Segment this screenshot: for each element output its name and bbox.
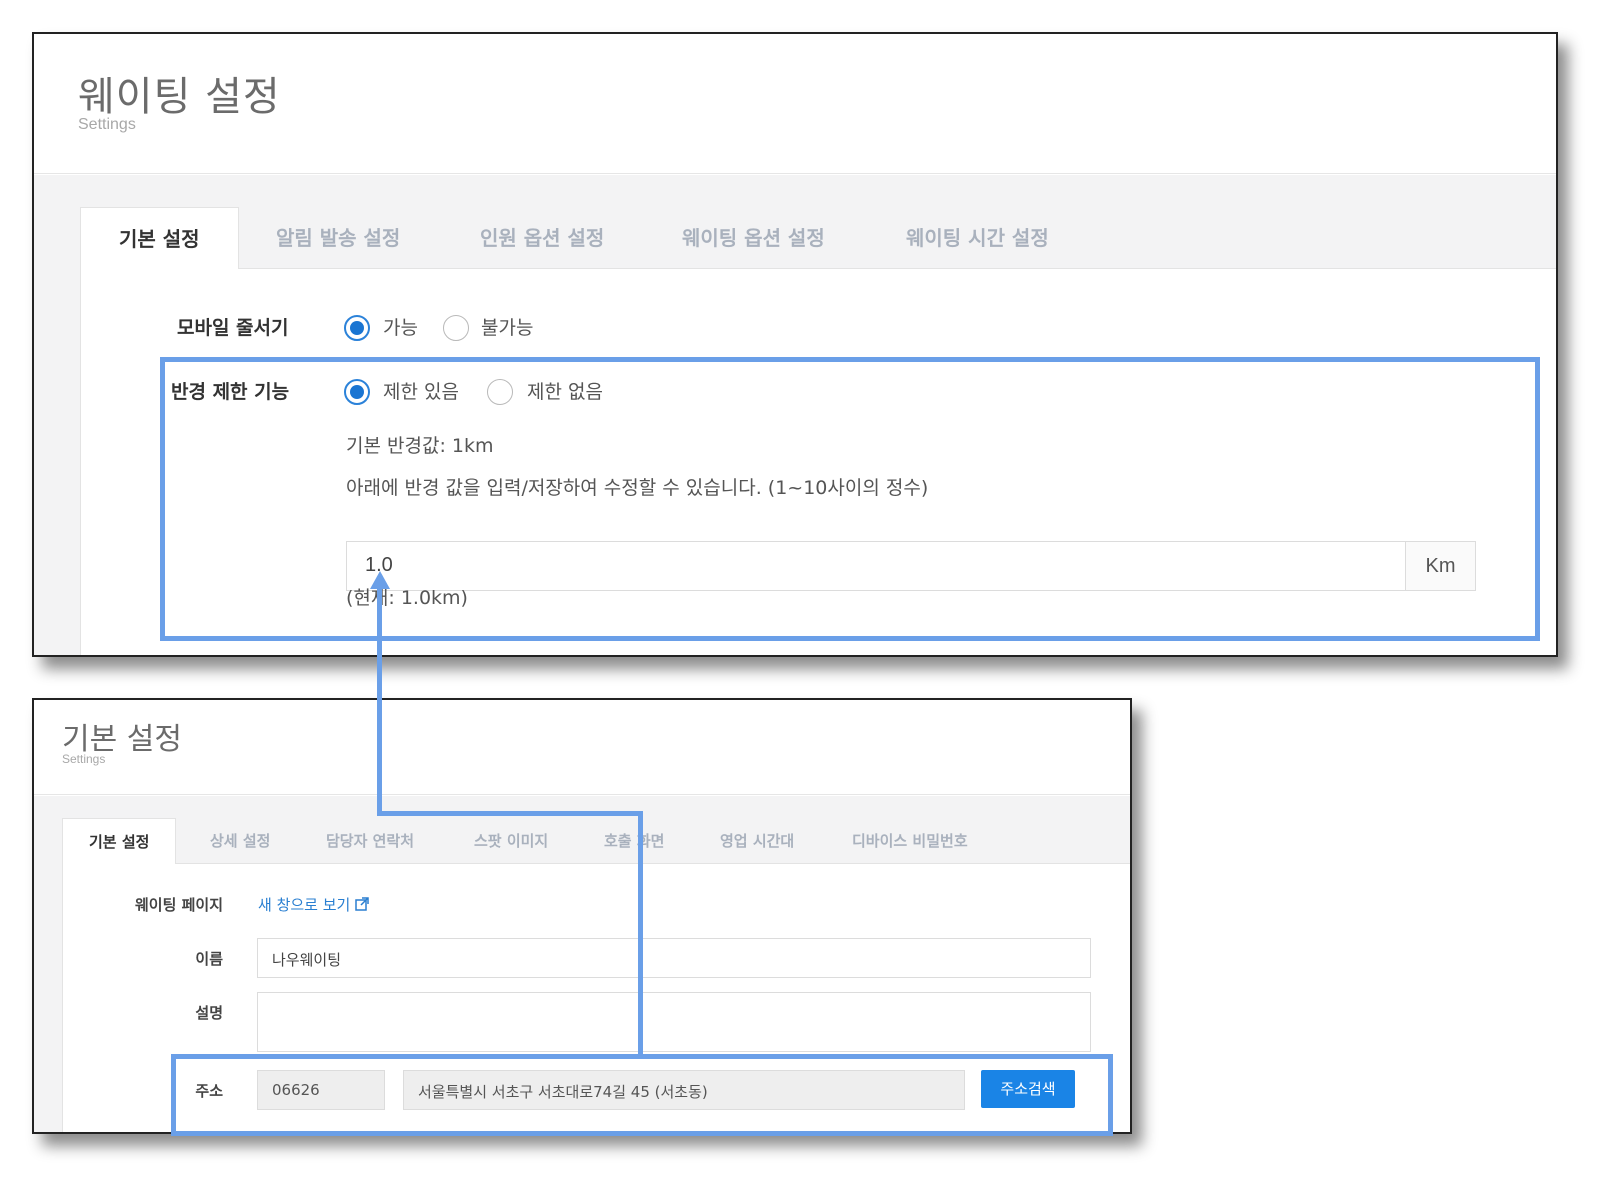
tab-waiting-time[interactable]: 웨이팅 시간 설정 xyxy=(906,207,1049,269)
waiting-page-label: 웨이팅 페이지 xyxy=(134,896,223,914)
tab-basic-settings[interactable]: 기본 설정 xyxy=(80,207,239,270)
description-textarea[interactable] xyxy=(257,992,1091,1052)
tab-bar: 기본 설정 상세 설정 담당자 연락처 스팟 이미지 호출 화면 영업 시간대 … xyxy=(62,818,1130,865)
mobile-queue-unavailable-label: 불가능 xyxy=(481,317,534,339)
tab-contact[interactable]: 담당자 연락처 xyxy=(326,818,414,864)
stage: 웨이팅 설정 Settings 기본 설정 알림 발송 설정 인원 옵션 설정 … xyxy=(0,0,1617,1200)
name-label: 이름 xyxy=(195,950,223,968)
open-new-window-text: 새 창으로 보기 xyxy=(258,896,351,914)
mobile-queue-label: 모바일 줄서기 xyxy=(177,317,289,339)
tab-device-password[interactable]: 디바이스 비밀번호 xyxy=(852,818,968,864)
tab-party-options[interactable]: 인원 옵션 설정 xyxy=(480,207,604,269)
tab-business-hours[interactable]: 영업 시간대 xyxy=(720,818,794,864)
tab-notification-settings[interactable]: 알림 발송 설정 xyxy=(276,207,400,269)
tab-bar: 기본 설정 알림 발송 설정 인원 옵션 설정 웨이팅 옵션 설정 웨이팅 시간… xyxy=(80,207,1556,270)
page-title: 웨이팅 설정 xyxy=(78,74,281,120)
tab-spot-image[interactable]: 스팟 이미지 xyxy=(474,818,548,864)
connector-line-vertical-1 xyxy=(377,587,382,816)
tab-basic[interactable]: 기본 설정 xyxy=(62,818,177,865)
panel-header: 웨이팅 설정 Settings xyxy=(34,34,1556,174)
mobile-queue-unavailable-radio[interactable] xyxy=(443,315,469,341)
tab-detail[interactable]: 상세 설정 xyxy=(210,818,270,864)
description-label: 설명 xyxy=(195,1004,223,1022)
mobile-queue-available-label: 가능 xyxy=(383,317,418,339)
name-input-value: 나우웨이팅 xyxy=(272,951,342,969)
address-highlight-box xyxy=(171,1054,1113,1136)
tab-call-screen[interactable]: 호출 화면 xyxy=(604,818,664,864)
page-subtitle: Settings xyxy=(78,116,136,133)
tab-waiting-options[interactable]: 웨이팅 옵션 설정 xyxy=(682,207,825,269)
radius-highlight-box xyxy=(160,357,1540,641)
open-new-window-link[interactable]: 새 창으로 보기 xyxy=(258,894,369,915)
connector-line-vertical-2 xyxy=(638,811,643,1056)
page-subtitle: Settings xyxy=(62,752,106,766)
name-input[interactable]: 나우웨이팅 xyxy=(257,938,1091,978)
external-link-icon xyxy=(355,897,369,911)
panel-header: 기본 설정 Settings xyxy=(34,700,1130,795)
mobile-queue-available-radio[interactable] xyxy=(344,315,370,341)
connector-line-horizontal xyxy=(377,811,643,816)
